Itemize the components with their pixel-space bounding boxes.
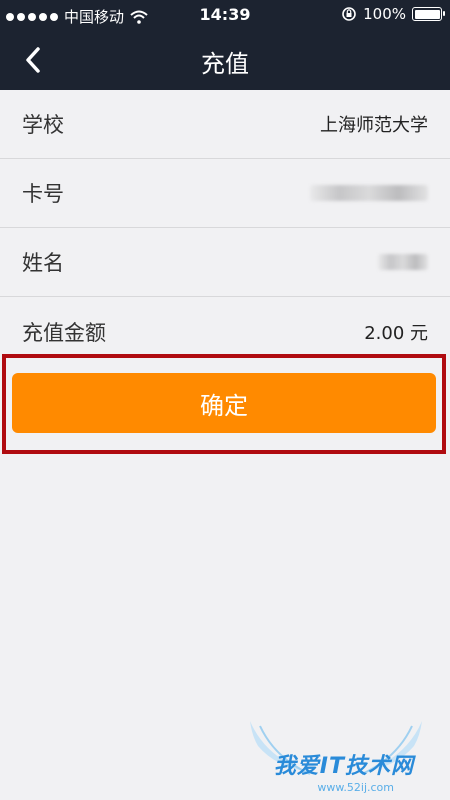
top-bar: 中国移动 14:39 100% 充值 [0,0,450,90]
card-number-label: 卡号 [22,182,64,206]
watermark-url: www.52ij.com [317,781,394,794]
page-title: 充值 [201,50,249,78]
amount-label: 充值金额 [22,320,106,345]
name-value-redacted [378,254,428,270]
form-row-school: 学校 上海师范大学 [0,90,450,159]
name-label: 姓名 [22,251,64,275]
battery-icon [412,7,445,21]
nav-bar: 充值 [0,30,450,90]
amount-value: 2.00 元 [364,322,428,344]
form-row-card-number: 卡号 [0,159,450,228]
form-row-name: 姓名 [0,228,450,297]
rotation-lock-icon [342,7,356,21]
card-number-value-redacted [310,185,428,201]
status-bar: 中国移动 14:39 100% [0,0,450,30]
battery-percent: 100% [363,5,406,23]
status-right: 100% [341,5,445,23]
school-label: 学校 [22,113,64,137]
watermark-text: 我爱IT技术网 [273,754,414,779]
recharge-form: 学校 上海师范大学 卡号 姓名 充值金额 2.00 元 [0,90,450,366]
battery-fill [414,9,440,19]
school-value: 上海师范大学 [320,115,428,136]
confirm-button[interactable]: 确定 [12,373,436,433]
